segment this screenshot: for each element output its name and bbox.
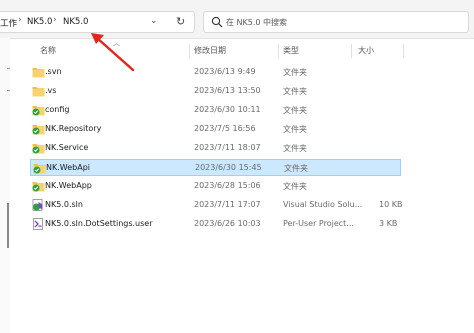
file-date: 2023/6/26 10:03 bbox=[194, 219, 261, 228]
file-name: NK.Repository bbox=[45, 124, 102, 133]
svn-folder-icon bbox=[33, 164, 46, 174]
list-item[interactable]: .vs 2023/6/13 13:50 文件夹 bbox=[30, 83, 401, 100]
file-name: NK.Service bbox=[45, 143, 89, 152]
file-date: 2023/6/13 9:49 bbox=[194, 67, 256, 76]
sort-ascending-icon[interactable]: ︿ bbox=[113, 38, 120, 48]
search-icon bbox=[211, 16, 223, 28]
column-divider[interactable] bbox=[351, 44, 352, 58]
address-history-chevron-down-icon[interactable]: ⌄ bbox=[150, 16, 158, 26]
breadcrumb-separator-icon[interactable]: › bbox=[53, 15, 57, 25]
list-item[interactable]: NK.Repository 2023/7/5 16:56 文件夹 bbox=[30, 121, 401, 138]
file-date: 2023/7/11 17:07 bbox=[194, 200, 261, 209]
file-name: .svn bbox=[45, 67, 62, 76]
search-box[interactable] bbox=[203, 11, 469, 33]
list-item[interactable]: config 2023/6/30 10:11 文件夹 bbox=[30, 102, 401, 119]
file-type: 文件夹 bbox=[283, 87, 307, 96]
file-type: Per-User Project... bbox=[283, 219, 354, 228]
file-type: 文件夹 bbox=[283, 106, 307, 115]
file-type: 文件夹 bbox=[283, 125, 307, 134]
svn-folder-icon bbox=[32, 182, 45, 192]
breadcrumb-current[interactable]: NK5.0 bbox=[63, 17, 88, 27]
settings-file-icon bbox=[33, 218, 43, 230]
file-size: 10 KB bbox=[379, 200, 403, 209]
search-input[interactable] bbox=[226, 15, 456, 29]
file-date: 2023/6/30 10:11 bbox=[194, 105, 261, 114]
column-header-type[interactable]: 类型 bbox=[283, 45, 299, 56]
file-date: 2023/6/28 15:06 bbox=[194, 181, 261, 190]
file-type: 文件夹 bbox=[283, 182, 307, 191]
navigation-pane[interactable] bbox=[0, 38, 10, 333]
svn-folder-icon bbox=[32, 144, 45, 154]
folder-icon bbox=[32, 87, 45, 97]
file-type: 文件夹 bbox=[284, 164, 308, 173]
address-bar[interactable]: 工作 › NK5.0 › NK5.0 ⌄ ↻ bbox=[0, 11, 195, 33]
column-header-date[interactable]: 修改日期 bbox=[194, 45, 226, 56]
file-size: 3 KB bbox=[379, 219, 398, 228]
nav-pane-scrollbar[interactable] bbox=[7, 203, 9, 248]
column-divider[interactable] bbox=[278, 44, 279, 58]
file-type: 文件夹 bbox=[283, 144, 307, 153]
refresh-icon[interactable]: ↻ bbox=[176, 15, 185, 28]
breadcrumb-parent[interactable]: 工作 bbox=[0, 17, 17, 29]
list-item[interactable]: NK5.0.sln 2023/7/11 17:07 Visual Studio … bbox=[30, 197, 403, 214]
file-date: 2023/7/11 18:07 bbox=[194, 143, 261, 152]
vs-solution-icon bbox=[32, 199, 43, 211]
list-item[interactable]: .svn 2023/6/13 9:49 文件夹 bbox=[30, 64, 401, 81]
column-header: ︿ 名称 修改日期 类型 大小 bbox=[0, 38, 474, 60]
file-name: .vs bbox=[45, 86, 57, 95]
file-type: 文件夹 bbox=[283, 68, 307, 77]
list-item[interactable]: NK.Service 2023/7/11 18:07 文件夹 bbox=[30, 140, 401, 157]
file-date: 2023/7/5 16:56 bbox=[194, 124, 256, 133]
file-date: 2023/6/13 13:50 bbox=[194, 86, 261, 95]
file-date: 2023/6/30 15:45 bbox=[195, 163, 262, 172]
svn-folder-icon bbox=[32, 106, 45, 116]
list-item-selected[interactable]: NK.WebApi 2023/6/30 15:45 文件夹 bbox=[30, 159, 401, 176]
breadcrumb-nk50[interactable]: NK5.0 bbox=[27, 17, 52, 27]
column-header-size[interactable]: 大小 bbox=[358, 45, 374, 56]
list-item[interactable]: NK.WebApp 2023/6/28 15:06 文件夹 bbox=[30, 178, 401, 195]
file-name: NK5.0.sln.DotSettings.user bbox=[45, 219, 153, 228]
list-item[interactable]: NK5.0.sln.DotSettings.user 2023/6/26 10:… bbox=[30, 216, 401, 233]
file-name: NK.WebApp bbox=[45, 181, 92, 190]
column-divider[interactable] bbox=[403, 44, 404, 58]
breadcrumb-separator-icon[interactable]: › bbox=[18, 15, 22, 25]
navigation-bar: 工作 › NK5.0 › NK5.0 ⌄ ↻ bbox=[0, 0, 474, 39]
column-divider[interactable] bbox=[189, 44, 190, 58]
nav-pane-divider bbox=[7, 90, 10, 91]
file-name: NK5.0.sln bbox=[45, 200, 83, 209]
folder-icon bbox=[32, 68, 45, 78]
file-type: Visual Studio Solu... bbox=[283, 200, 363, 209]
file-name: NK.WebApi bbox=[46, 163, 90, 172]
svn-folder-icon bbox=[32, 125, 45, 135]
column-header-name[interactable]: 名称 bbox=[40, 45, 56, 56]
file-name: config bbox=[45, 105, 70, 114]
nav-pane-divider bbox=[7, 68, 10, 69]
